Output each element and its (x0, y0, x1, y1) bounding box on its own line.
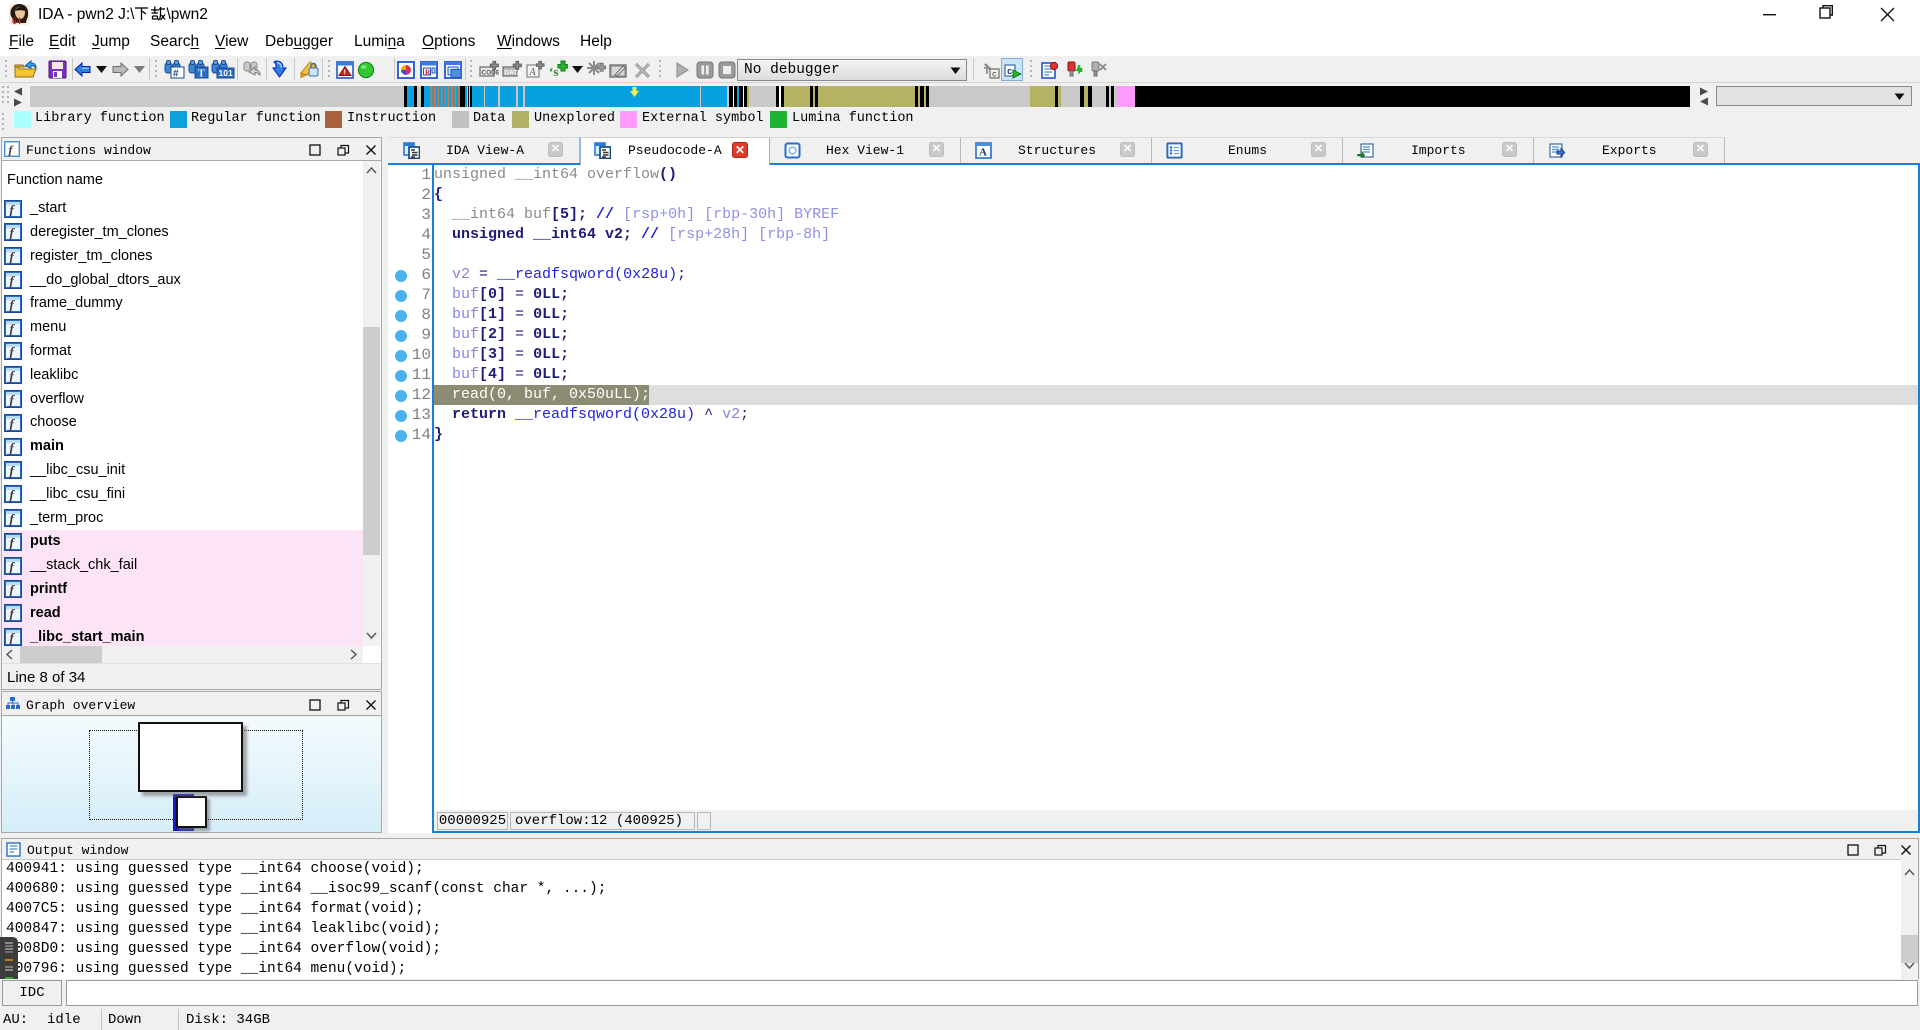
svg-text:T: T (198, 69, 205, 80)
svg-text:CODE: CODE (481, 69, 499, 76)
svg-text:64: 64 (12, 16, 22, 26)
svg-text:101: 101 (219, 68, 233, 78)
svg-text:#: # (173, 69, 179, 80)
svg-text:R: R (425, 68, 431, 77)
svg-text:!: ! (344, 70, 346, 77)
svg-text:A: A (979, 147, 987, 159)
svg-text:A: A (529, 67, 537, 78)
svg-text:DATA: DATA (504, 69, 521, 76)
svg-text:c: c (1007, 67, 1012, 77)
svg-text:c: c (992, 71, 997, 80)
svg-text:‘s: ‘s (549, 64, 558, 79)
